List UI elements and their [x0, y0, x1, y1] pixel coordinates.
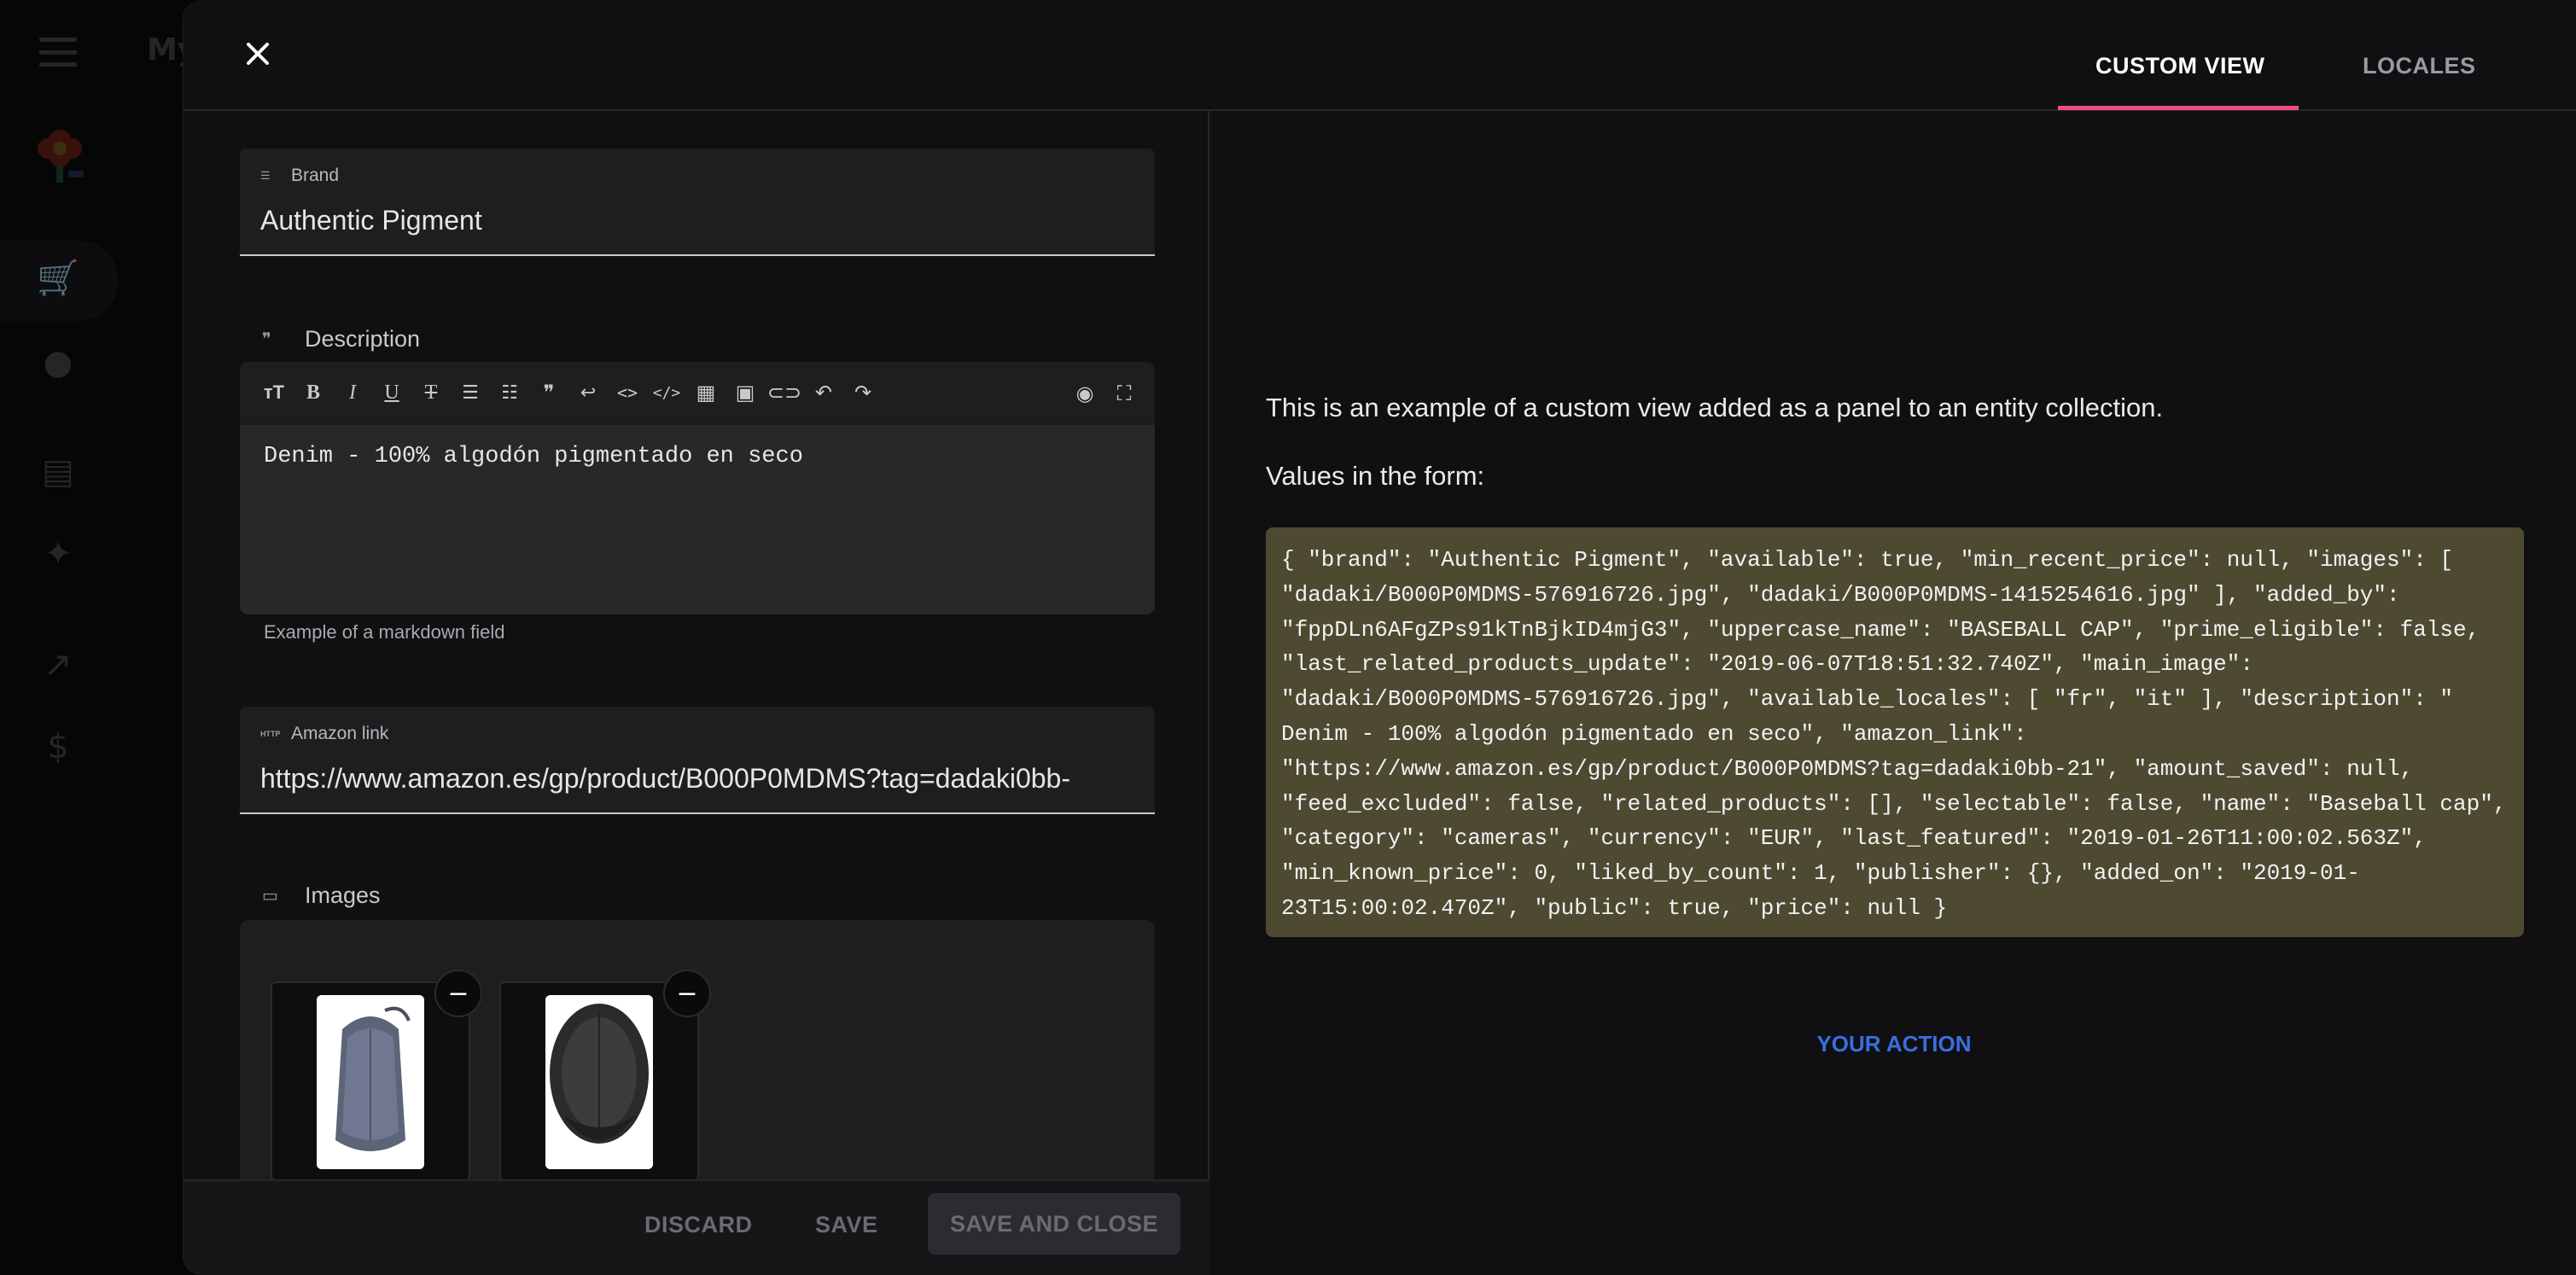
fullscreen-icon[interactable]: ⛶	[1109, 378, 1139, 409]
description-helper-text: Example of a markdown field	[264, 621, 505, 643]
amazon-link-label: Amazon link	[291, 724, 389, 743]
description-heading: ❞ Description	[262, 326, 420, 352]
save-button[interactable]: SAVE	[815, 1212, 878, 1238]
remove-image-button[interactable]: −	[434, 969, 482, 1017]
save-and-close-button[interactable]: SAVE AND CLOSE	[928, 1193, 1180, 1255]
markdown-toolbar: тT B I U T ☰ ☷ ❞ ↩ <> </> ▦ ▣ ⊂⊃ ↶ ↷ ◉ ⛶	[240, 362, 1155, 425]
link-icon[interactable]: ⊂⊃	[767, 377, 801, 408]
form-panel: ☰ Brand Authentic Pigment ❞ Description …	[184, 111, 1209, 1275]
amazon-link-field[interactable]: HTTP Amazon link https://www.amazon.es/g…	[240, 707, 1155, 814]
strikethrough-icon[interactable]: T	[416, 377, 446, 408]
short-text-icon: ☰	[260, 169, 271, 182]
code-block-icon[interactable]: </>	[651, 377, 682, 408]
brand-field[interactable]: ☰ Brand Authentic Pigment	[240, 148, 1155, 256]
custom-view-intro: This is an example of a custom view adde…	[1266, 393, 2164, 422]
http-icon: HTTP	[260, 730, 281, 738]
images-heading: ▭ Images	[262, 882, 381, 909]
table-icon[interactable]: ▦	[691, 377, 721, 408]
form-footer: DISCARD SAVE SAVE AND CLOSE	[184, 1179, 1209, 1275]
drawer-header: CUSTOM VIEW LOCALES	[184, 0, 2576, 111]
text-size-icon[interactable]: тT	[259, 377, 289, 408]
tab-custom-view[interactable]: CUSTOM VIEW	[2095, 53, 2265, 79]
wrap-icon[interactable]: ↩	[573, 377, 603, 408]
tab-locales[interactable]: LOCALES	[2363, 53, 2476, 79]
undo-icon[interactable]: ↶	[808, 377, 839, 408]
bullet-list-icon[interactable]: ☰	[455, 377, 486, 408]
custom-view-panel: This is an example of a custom view adde…	[1211, 111, 2576, 1275]
redo-icon[interactable]: ↷	[848, 377, 878, 408]
close-icon[interactable]	[236, 32, 279, 75]
entity-drawer: CUSTOM VIEW LOCALES ☰ Brand Authentic Pi…	[183, 0, 2576, 1275]
description-text[interactable]: Denim - 100% algodón pigmentado en seco	[264, 444, 803, 469]
folder-icon: ▭	[262, 887, 278, 905]
description-label: Description	[305, 326, 421, 352]
images-label: Images	[305, 882, 381, 908]
amazon-link-input[interactable]: https://www.amazon.es/gp/product/B000P0M…	[260, 763, 1134, 795]
markdown-editor[interactable]: тT B I U T ☰ ☷ ❞ ↩ <> </> ▦ ▣ ⊂⊃ ↶ ↷ ◉ ⛶	[240, 362, 1155, 614]
values-heading: Values in the form:	[1266, 461, 1485, 491]
inline-code-icon[interactable]: <>	[612, 377, 643, 408]
quote-icon[interactable]: ❞	[533, 377, 564, 408]
brand-label: Brand	[291, 166, 340, 185]
image-icon[interactable]: ▣	[730, 377, 761, 408]
numbered-list-icon[interactable]: ☷	[494, 377, 525, 408]
discard-button[interactable]: DISCARD	[644, 1212, 753, 1238]
image-thumbnail[interactable]: −	[499, 969, 711, 1181]
image-thumbnail[interactable]: −	[271, 969, 482, 1181]
active-tab-indicator	[2058, 106, 2299, 110]
your-action-button[interactable]: YOUR ACTION	[1211, 1031, 2576, 1057]
json-text: { "brand": "Authentic Pigment", "availab…	[1281, 547, 2507, 921]
form-values-json: { "brand": "Authentic Pigment", "availab…	[1266, 527, 2524, 937]
preview-icon[interactable]: ◉	[1069, 378, 1100, 409]
bold-icon[interactable]: B	[298, 377, 329, 408]
cap-image	[317, 995, 424, 1169]
italic-icon[interactable]: I	[337, 377, 368, 408]
remove-image-button[interactable]: −	[663, 969, 711, 1017]
quote-icon: ❞	[262, 330, 271, 349]
brand-input[interactable]: Authentic Pigment	[260, 205, 1134, 236]
underline-icon[interactable]: U	[376, 377, 407, 408]
cap-image	[545, 995, 653, 1169]
